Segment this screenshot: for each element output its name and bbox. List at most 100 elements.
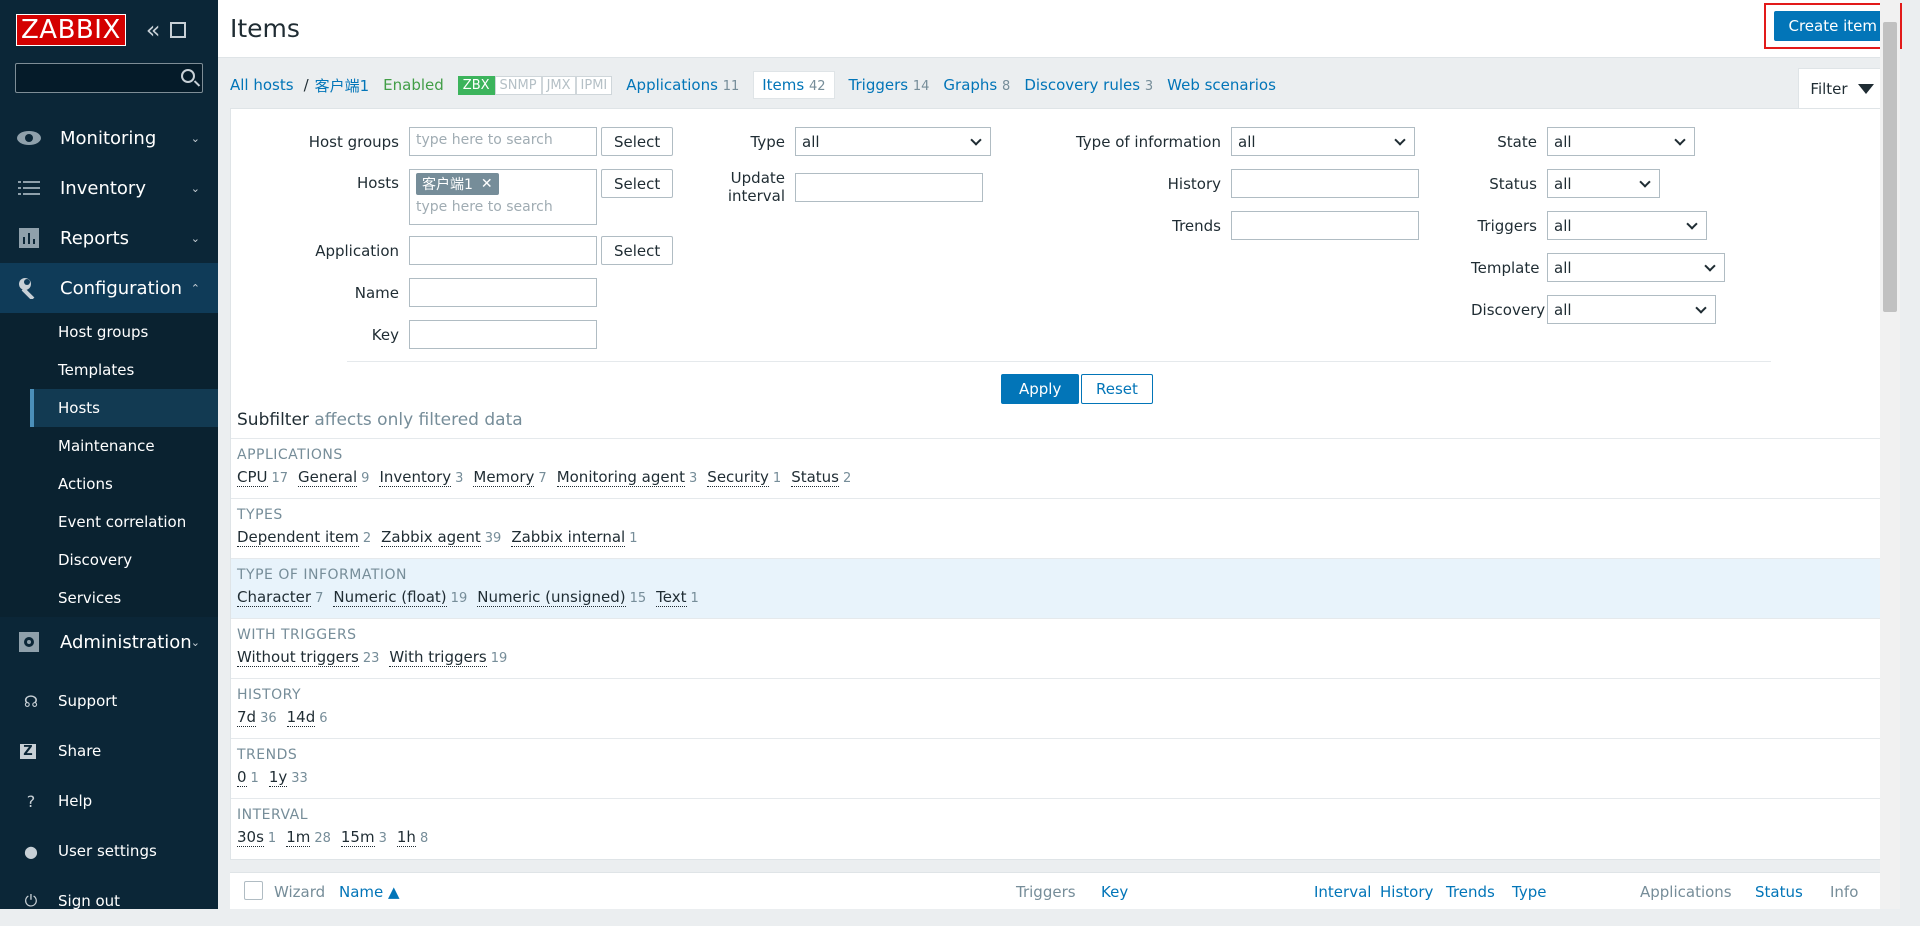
application-select-button[interactable]: Select	[601, 236, 674, 265]
submenu-event-correlation[interactable]: Event correlation	[30, 503, 218, 541]
items-table-header: Wizard Name ▲ Triggers Key Interval Hist…	[230, 872, 1886, 909]
menu-help[interactable]: ? Help	[0, 776, 218, 826]
key-input[interactable]	[409, 320, 597, 349]
subfilter-link[interactable]: Inventory	[379, 468, 452, 487]
column-status[interactable]: Status	[1755, 883, 1803, 901]
subfilter-link[interactable]: Monitoring agent	[556, 468, 686, 487]
menu-support[interactable]: ☊ Support	[0, 676, 218, 726]
menu-sign-out[interactable]: ⏻ Sign out	[0, 876, 218, 926]
menu-inventory[interactable]: Inventory ⌄	[0, 163, 218, 213]
tab-triggers[interactable]: Triggers 14	[849, 76, 930, 94]
subfilter-item: 30s 1	[237, 828, 276, 847]
menu-configuration[interactable]: Configuration ⌃	[0, 263, 218, 313]
submenu-discovery[interactable]: Discovery	[30, 541, 218, 579]
menu-user-settings[interactable]: ● User settings	[0, 826, 218, 876]
template-select[interactable]: all	[1547, 253, 1725, 282]
host-groups-input[interactable]: type here to search	[409, 127, 597, 156]
subfilter-link[interactable]: Numeric (unsigned)	[477, 588, 626, 607]
trends-input[interactable]	[1231, 211, 1419, 240]
subfilter-link[interactable]: Numeric (float)	[333, 588, 447, 607]
submenu-services[interactable]: Services	[30, 579, 218, 617]
column-interval[interactable]: Interval	[1314, 883, 1371, 901]
host-groups-select-button[interactable]: Select	[601, 127, 674, 156]
hosts-select-button[interactable]: Select	[601, 169, 674, 198]
submenu-actions[interactable]: Actions	[30, 465, 218, 503]
history-input[interactable]	[1231, 169, 1419, 198]
reset-button[interactable]: Reset	[1081, 374, 1153, 404]
subfilter-link[interactable]: 1m	[286, 828, 311, 847]
column-type[interactable]: Type	[1512, 883, 1546, 901]
subfilter-link[interactable]: Character	[237, 588, 312, 607]
subfilter-link[interactable]: CPU	[237, 468, 268, 487]
subfilter-link[interactable]: Security	[707, 468, 769, 487]
filter-template-row: Template all	[1471, 253, 1725, 282]
application-input[interactable]	[409, 236, 597, 265]
subfilter-link[interactable]: 15m	[340, 828, 375, 847]
subfilter-link[interactable]: General	[298, 468, 358, 487]
filter-tab[interactable]: Filter	[1798, 68, 1886, 108]
hosts-multiselect[interactable]: 客户端1 ✕ type here to search	[409, 169, 597, 225]
host-status-enabled[interactable]: Enabled	[383, 76, 444, 94]
subfilter-link[interactable]: 14d	[286, 708, 316, 727]
column-name[interactable]: Name ▲	[339, 883, 400, 901]
select-all-checkbox[interactable]	[244, 881, 263, 900]
sidebar-search-input[interactable]	[15, 63, 203, 93]
submenu-maintenance[interactable]: Maintenance	[30, 427, 218, 465]
subfilter-link[interactable]: 1h	[396, 828, 416, 847]
state-select[interactable]: all	[1547, 127, 1695, 156]
collapse-sidebar-icon[interactable]: «	[146, 18, 161, 42]
kiosk-mode-icon[interactable]	[170, 21, 187, 38]
update-interval-input[interactable]	[795, 172, 983, 202]
triggers-select[interactable]: all	[1547, 211, 1707, 240]
submenu-host-groups[interactable]: Host groups	[30, 313, 218, 351]
zabbix-logo[interactable]: ZABBIX	[16, 13, 126, 46]
subfilter-count: 36	[260, 711, 277, 726]
subfilter-link[interactable]: Zabbix agent	[381, 528, 481, 547]
subfilter-items: Dependent item 2 Zabbix agent 39 Zabbix inte…	[237, 528, 1879, 547]
subfilter-link[interactable]: With triggers	[389, 648, 487, 667]
remove-chip-icon[interactable]: ✕	[481, 176, 493, 192]
subfilter-link[interactable]: Dependent item	[237, 528, 359, 547]
submenu-hosts[interactable]: Hosts	[30, 389, 218, 427]
breadcrumb-all-hosts[interactable]: All hosts	[230, 76, 294, 94]
status-select-value: all	[1554, 174, 1572, 193]
create-item-button[interactable]: Create item	[1773, 11, 1892, 41]
subfilter-link[interactable]: 7d	[237, 708, 257, 727]
subfilter-link[interactable]: Status	[791, 468, 839, 487]
apply-button[interactable]: Apply	[1001, 374, 1080, 404]
column-trends[interactable]: Trends	[1446, 883, 1495, 901]
submenu-templates[interactable]: Templates	[30, 351, 218, 389]
subfilter-link[interactable]: 1y	[268, 768, 288, 787]
subfilter-count: 15	[629, 591, 647, 606]
type-select[interactable]: all	[795, 127, 991, 156]
status-select[interactable]: all	[1547, 169, 1660, 198]
page-scrollbar[interactable]	[1880, 0, 1900, 909]
column-key[interactable]: Key	[1101, 883, 1128, 901]
type-info-select[interactable]: all	[1231, 127, 1415, 156]
search-icon[interactable]	[181, 69, 195, 83]
breadcrumb-host[interactable]: 客户端1	[315, 75, 370, 96]
scrollbar-thumb[interactable]	[1883, 22, 1897, 312]
sidebar-header: ZABBIX «	[0, 0, 218, 59]
subfilter-link[interactable]: 0	[237, 768, 247, 787]
subfilter-link[interactable]: Memory	[473, 468, 535, 487]
subfilter-link[interactable]: Text	[656, 588, 687, 607]
menu-reports[interactable]: Reports ⌄	[0, 213, 218, 263]
tab-graphs[interactable]: Graphs 8	[943, 76, 1010, 94]
discovery-select[interactable]: all	[1547, 295, 1716, 324]
subfilter-link[interactable]: Zabbix internal	[511, 528, 626, 547]
menu-share[interactable]: Z Share	[0, 726, 218, 776]
menu-administration[interactable]: Administration ⌄	[0, 617, 218, 667]
column-history[interactable]: History	[1380, 883, 1433, 901]
filter-name-row: Name	[231, 278, 597, 307]
subfilter-link[interactable]: 30s	[237, 828, 264, 847]
page-title: Items	[230, 14, 300, 43]
subfilter-link[interactable]: Without triggers	[237, 648, 359, 667]
tab-items[interactable]: Items 42	[753, 71, 835, 99]
tab-discovery-rules[interactable]: Discovery rules 3	[1024, 76, 1153, 94]
name-input[interactable]	[409, 278, 597, 307]
hosts-search-placeholder[interactable]: type here to search	[416, 199, 590, 215]
menu-monitoring[interactable]: Monitoring ⌄	[0, 113, 218, 163]
tab-applications[interactable]: Applications 11	[626, 76, 739, 94]
tab-web-scenarios[interactable]: Web scenarios	[1167, 76, 1276, 94]
